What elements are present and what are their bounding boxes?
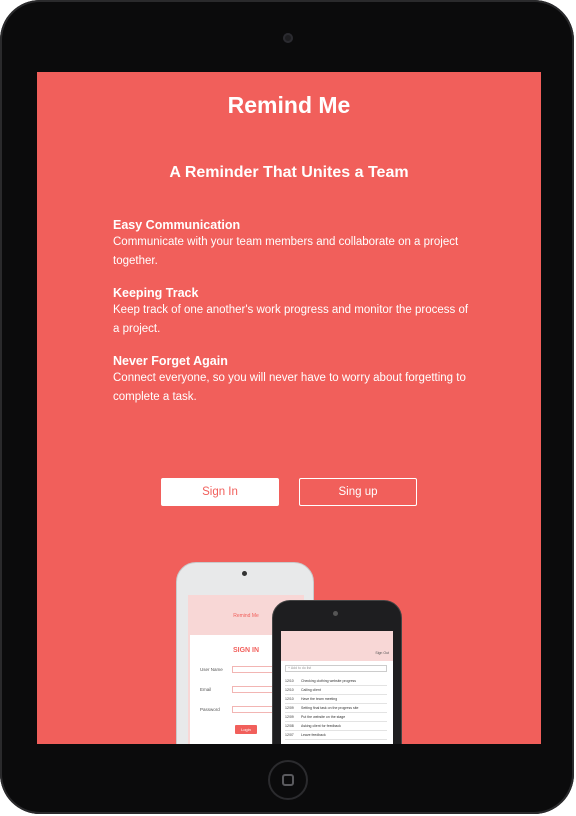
todo-date: 12/10	[285, 697, 294, 701]
todo-row: 12/09 Put the website on the stage	[285, 713, 387, 722]
home-button[interactable]	[268, 760, 308, 800]
todo-row: 12/10 Checking clothing website progress	[285, 677, 387, 686]
app-title: Remind Me	[227, 92, 351, 118]
feature-text: Connect everyone, so you will never have…	[113, 372, 466, 403]
password-label: Password	[200, 707, 220, 712]
todo-task: Setting final task on the progress site	[301, 706, 359, 710]
todo-row: 12/10 Calling client	[285, 686, 387, 695]
feature-text: Keep track of one another's work progres…	[113, 304, 469, 335]
todo-date: 12/09	[285, 715, 294, 719]
todo-date: 12/07	[285, 733, 294, 737]
todo-date: 12/08	[285, 724, 294, 728]
todo-task: Put the website on the stage	[301, 715, 346, 719]
todo-date: 12/10	[285, 688, 294, 692]
phone-mockup-todo: Sign Out + Add to do list 12/10 Checking …	[272, 600, 402, 744]
tablet-frame: Remind Me A Reminder That Unites a Team …	[0, 0, 574, 814]
todo-add-input: + Add to do list	[285, 665, 387, 672]
phone-camera-icon	[333, 611, 338, 616]
sign-in-button[interactable]: Sign In	[161, 478, 279, 506]
app-screen: Remind Me A Reminder That Unites a Team …	[37, 72, 541, 744]
phone-screen: Sign Out + Add to do list 12/10 Checking …	[281, 631, 393, 744]
todo-row: 12/08 Asking client for feedback	[285, 722, 387, 731]
feature-title: Easy Communication	[113, 218, 241, 232]
todo-task: Calling client	[301, 688, 321, 692]
todo-row: 12/10 Have the team meeting	[285, 695, 387, 704]
todo-date: 12/10	[285, 679, 294, 683]
phone-camera-icon	[242, 571, 247, 576]
feature-title: Never Forget Again	[113, 354, 228, 368]
feature-keeping-track: Keeping Track Keep track of one another'…	[113, 286, 473, 339]
feature-easy-communication: Easy Communication Communicate with your…	[113, 218, 473, 271]
home-square-icon	[282, 774, 294, 786]
feature-text: Communicate with your team members and c…	[113, 236, 459, 267]
todo-task: Checking clothing website progress	[301, 679, 357, 683]
feature-never-forget: Never Forget Again Connect everyone, so …	[113, 354, 473, 407]
login-button: Login	[235, 725, 257, 734]
todo-header: Sign Out	[281, 631, 393, 661]
todo-row: 12/07 Leave feedback	[285, 731, 387, 740]
front-camera-icon	[283, 33, 293, 43]
username-label: User Name	[200, 667, 223, 672]
email-label: Email	[200, 687, 212, 692]
todo-task: Leave feedback	[301, 733, 326, 737]
sign-up-button[interactable]: Sing up	[299, 478, 417, 506]
feature-title: Keeping Track	[113, 286, 199, 300]
todo-task: Have the team meeting	[301, 697, 338, 701]
todo-task: Asking client for feedback	[301, 724, 341, 728]
todo-row: 12/09 Setting final task on the progress …	[285, 704, 387, 713]
hero-headline: A Reminder That Unites a Team	[169, 164, 409, 181]
todo-date: 12/09	[285, 706, 294, 710]
signout-link: Sign Out	[375, 651, 389, 655]
